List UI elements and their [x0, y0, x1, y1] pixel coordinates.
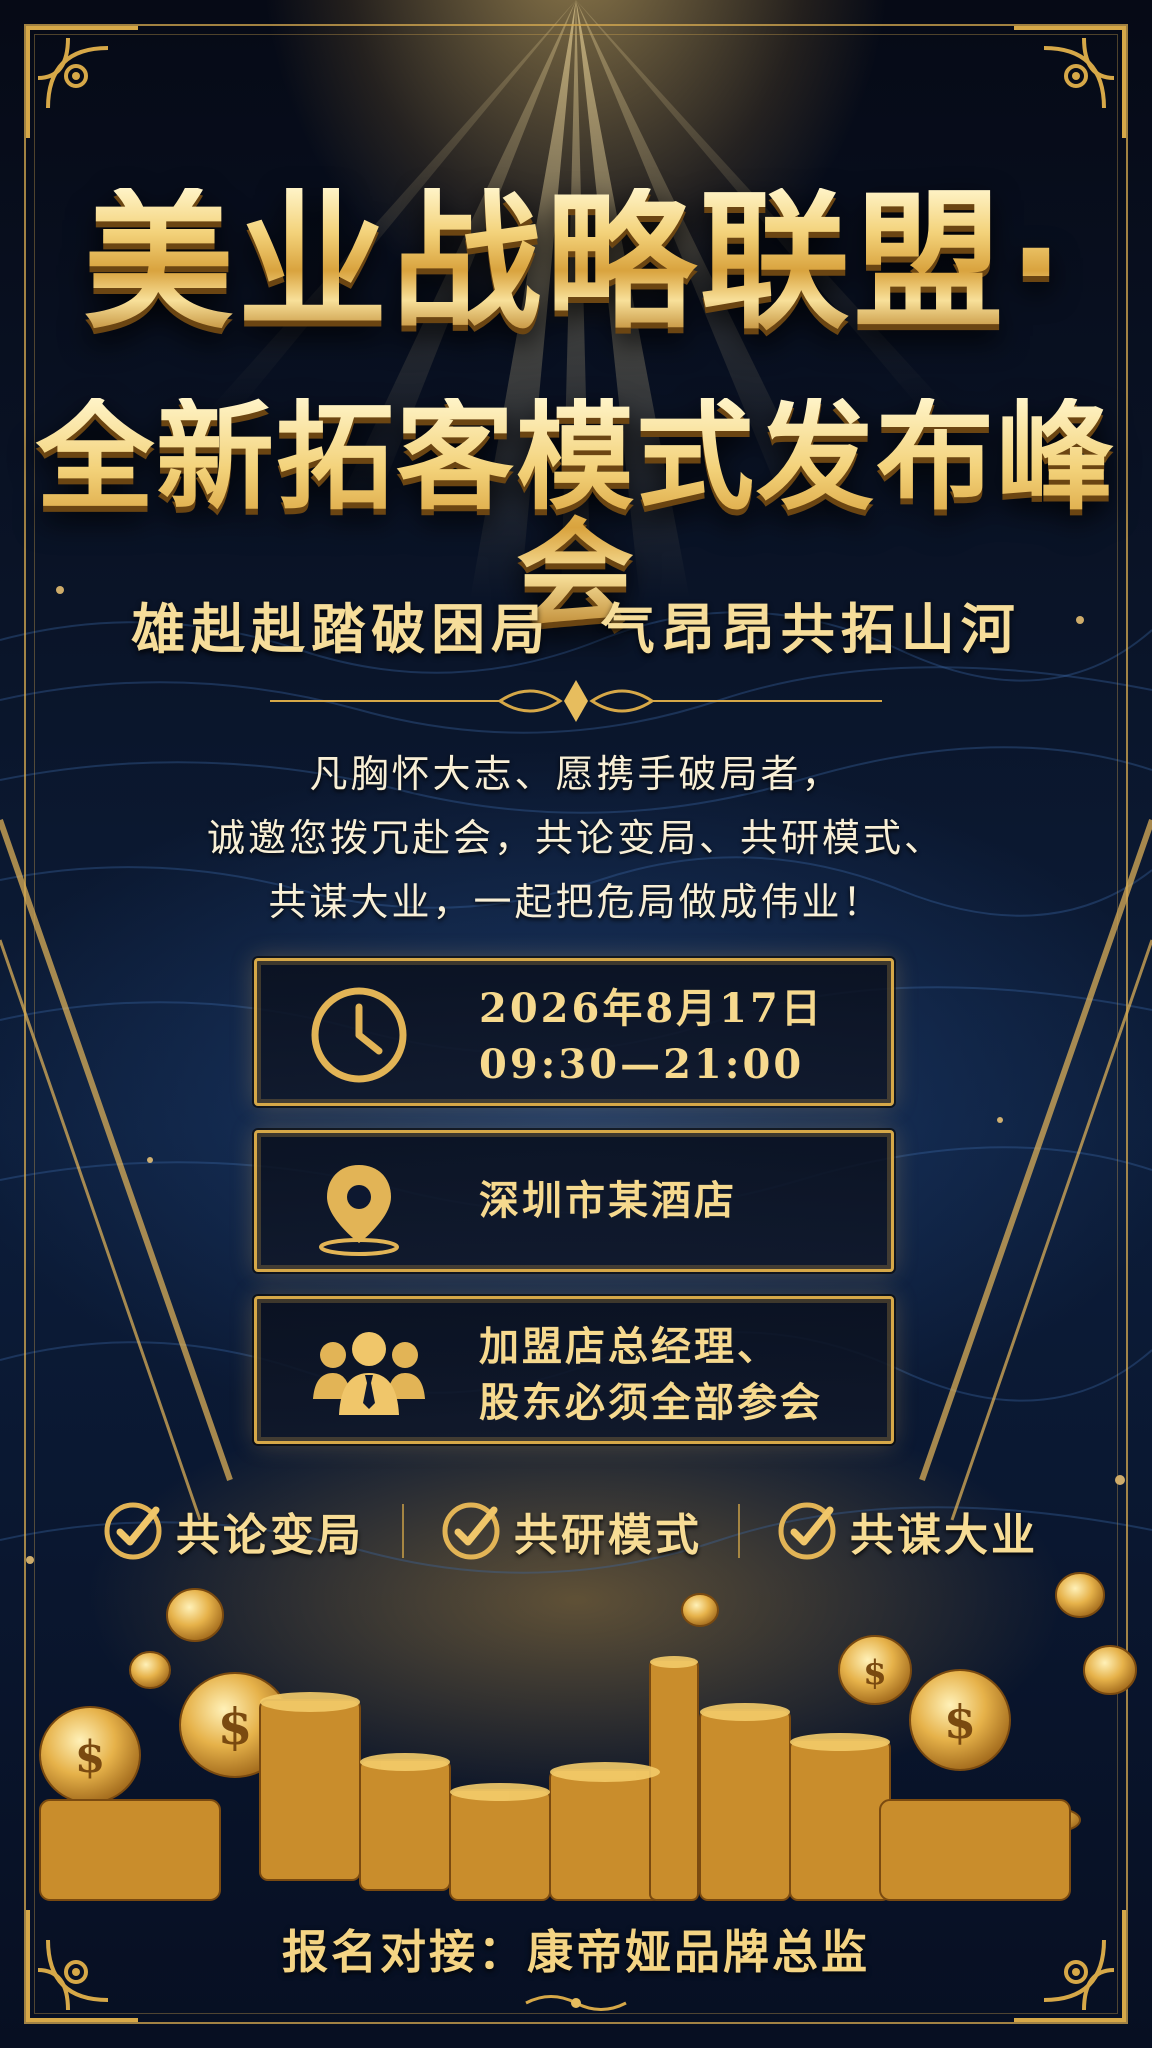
intro-line: 诚邀您拨冗赴会，共论变局、共研模式、	[206, 816, 945, 860]
svg-text:$: $	[218, 1697, 253, 1756]
people-group-icon	[313, 1332, 425, 1415]
invitation-text: 凡胸怀大志、愿携手破局者， 诚邀您拨冗赴会，共论变局、共研模式、 共谋大业，一起…	[0, 742, 1152, 934]
main-title-line1: 美业战略联盟·	[0, 188, 1152, 338]
check-circle-icon	[104, 1502, 162, 1560]
ornamental-divider-icon	[270, 680, 882, 722]
location-pin-icon	[319, 1165, 399, 1256]
clock-icon	[311, 987, 407, 1083]
event-location: 深圳市某酒店	[479, 1177, 737, 1224]
svg-text:$: $	[863, 1653, 887, 1693]
location-box: 深圳市某酒店	[254, 1130, 894, 1272]
footer-ornament-icon	[525, 1995, 627, 2011]
event-time: 09:30—21:00	[479, 1041, 805, 1088]
svg-text:$: $	[75, 1732, 106, 1783]
feature-separator	[402, 1504, 404, 1558]
feature-list: 共论变局 共研模式 共谋大业	[0, 1496, 1152, 1566]
date-time-box: 2026年8月17日 09:30—21:00	[254, 958, 894, 1106]
corner-ornament-icon	[26, 26, 138, 138]
event-date: 2026年8月17日	[479, 985, 824, 1032]
feature-item: 共论变局	[102, 1496, 364, 1566]
feature-label: 共研模式	[514, 1510, 702, 1561]
attendee-line: 股东必须全部参会	[479, 1379, 823, 1426]
intro-line: 共谋大业，一起把危局做成伟业！	[268, 880, 884, 924]
gold-coins-illustration: $ $ $ $	[39, 1572, 1137, 1901]
attendee-line: 加盟店总经理、	[479, 1323, 780, 1370]
intro-line: 凡胸怀大志、愿携手破局者，	[309, 752, 843, 796]
feature-label: 共论变局	[176, 1510, 364, 1561]
event-datetime: 2026年8月17日 09:30—21:00	[479, 981, 824, 1093]
check-circle-icon	[442, 1502, 500, 1560]
svg-text:$: $	[944, 1695, 976, 1749]
feature-label: 共谋大业	[850, 1510, 1038, 1561]
registration-contact: 报名对接：康帝娅品牌总监	[282, 1925, 870, 1979]
feature-item: 共谋大业	[776, 1496, 1038, 1566]
attendee-requirement: 加盟店总经理、 股东必须全部参会	[479, 1319, 823, 1431]
event-poster: 美业战略联盟· 全新拓客模式发布峰会 雄赳赳踏破困局 气昂昂共拓山河 凡胸怀大志…	[0, 0, 1152, 2048]
corner-ornament-icon	[1014, 26, 1126, 138]
feature-separator	[738, 1504, 740, 1558]
slogan-subtitle: 雄赳赳踏破困局 气昂昂共拓山河	[131, 597, 1021, 661]
feature-item: 共研模式	[440, 1496, 702, 1566]
attendee-box: 加盟店总经理、 股东必须全部参会	[254, 1296, 894, 1444]
check-circle-icon	[778, 1502, 836, 1560]
